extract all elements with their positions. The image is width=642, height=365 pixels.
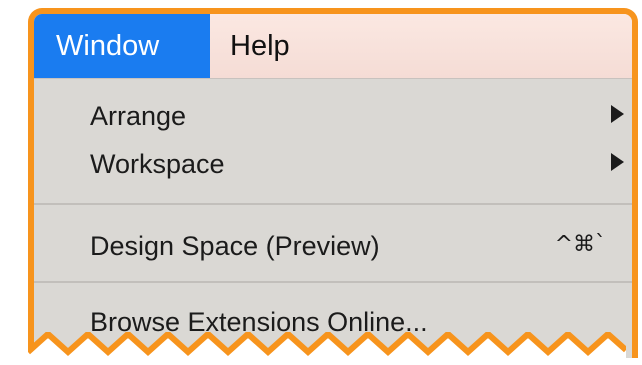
- menu-help-label: Help: [230, 29, 290, 62]
- screenshot-frame: Window Help Arrange Workspace Design Spa…: [28, 8, 638, 358]
- submenu-arrow-icon: [611, 153, 624, 171]
- submenu-arrow-icon: [611, 105, 624, 123]
- keyboard-shortcut: ^⌘`: [554, 232, 606, 257]
- torn-edge-zigzag: [28, 332, 626, 365]
- menu-window-label: Window: [56, 29, 160, 62]
- menu-separator: [34, 203, 632, 205]
- menu-item-design-space-label: Design Space (Preview): [90, 231, 380, 261]
- menu-item-arrange[interactable]: Arrange: [34, 97, 632, 135]
- menu-bar: Window Help: [34, 14, 632, 79]
- menu-window[interactable]: Window: [34, 14, 210, 78]
- window-menu-dropdown: Arrange Workspace Design Space (Preview)…: [34, 79, 632, 358]
- menu-item-design-space[interactable]: Design Space (Preview) ^⌘`: [34, 227, 632, 265]
- menu-separator: [34, 281, 632, 283]
- menu-item-arrange-label: Arrange: [90, 101, 187, 131]
- menu-item-workspace-label: Workspace: [90, 149, 225, 179]
- menu-help[interactable]: Help: [230, 14, 290, 78]
- menu-item-workspace[interactable]: Workspace: [34, 145, 632, 183]
